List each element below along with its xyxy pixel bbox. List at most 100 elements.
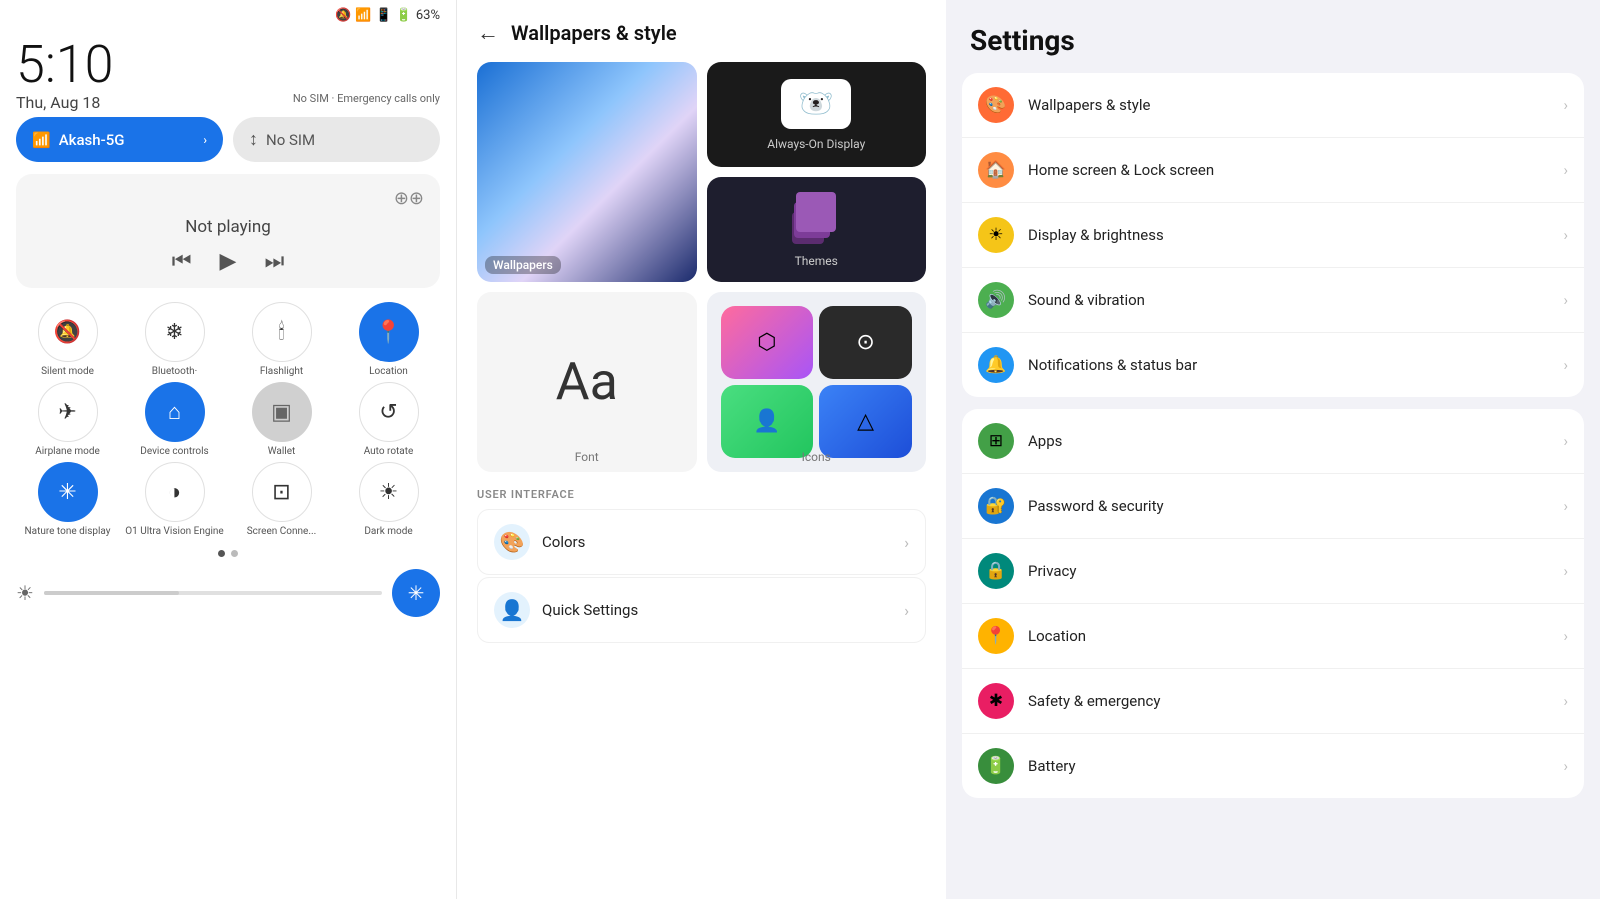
play-button[interactable]: ▶: [220, 249, 237, 274]
colors-label: Colors: [542, 533, 904, 551]
wallpapers-card[interactable]: Wallpapers: [477, 62, 697, 282]
status-icons: 🔕 📶 📱 🔋 63%: [335, 8, 440, 23]
colors-item[interactable]: 🎨 Colors ›: [477, 509, 926, 575]
battery-chevron: ›: [1563, 757, 1568, 775]
tile-wallet[interactable]: ▣ Wallet: [230, 382, 333, 458]
bluetooth-icon[interactable]: ❄: [145, 302, 205, 362]
location-chevron: ›: [1563, 627, 1568, 645]
font-icons-grid: Aa Font ⬡ ⊙ 👤 △ Icons: [457, 292, 946, 472]
settings-card-2: ⊞ Apps › 🔐 Password & security › 🔒 Priva…: [962, 409, 1584, 798]
wallpapers-chevron: ›: [1563, 96, 1568, 114]
tile-airplane[interactable]: ✈ Airplane mode: [16, 382, 119, 458]
brightness-track[interactable]: [44, 591, 382, 595]
settings-row-password[interactable]: 🔐 Password & security ›: [962, 474, 1584, 539]
prev-button[interactable]: ⏮: [172, 249, 192, 274]
sim-btn-label: No SIM: [266, 131, 315, 149]
device-icon[interactable]: ⌂: [145, 382, 205, 442]
brightness-fab-icon: ✳: [408, 581, 425, 605]
tile-rotate[interactable]: ↺ Auto rotate: [337, 382, 440, 458]
device-label: Device controls: [140, 446, 208, 458]
font-label: Font: [477, 450, 697, 464]
settings-row-safety[interactable]: ✱ Safety & emergency ›: [962, 669, 1584, 734]
location-icon[interactable]: 📍: [359, 302, 419, 362]
screen-label: Screen Conne...: [247, 526, 317, 538]
dark-icon[interactable]: ☀: [359, 462, 419, 522]
airplane-label: Airplane mode: [35, 446, 100, 458]
tile-nature[interactable]: ✳ Nature tone display: [16, 462, 119, 538]
battery-setting-label: Battery: [1028, 757, 1563, 775]
homescreen-setting-icon: 🏠: [978, 152, 1014, 188]
apps-setting-label: Apps: [1028, 432, 1563, 450]
settings-row-sound[interactable]: 🔊 Sound & vibration ›: [962, 268, 1584, 333]
tile-silent[interactable]: 🔕 Silent mode: [16, 302, 119, 378]
settings-row-battery[interactable]: 🔋 Battery ›: [962, 734, 1584, 798]
privacy-setting-icon: 🔒: [978, 553, 1014, 589]
brightness-low-icon: ☀: [16, 581, 34, 605]
silent-label: Silent mode: [41, 366, 94, 378]
location-setting-icon: 📍: [978, 618, 1014, 654]
nature-label: Nature tone display: [25, 526, 111, 538]
wifi-btn-icon: 📶: [32, 131, 51, 149]
screen-icon[interactable]: ⊡: [252, 462, 312, 522]
quick-settings-item[interactable]: 👤 Quick Settings ›: [477, 577, 926, 643]
settings-row-apps[interactable]: ⊞ Apps ›: [962, 409, 1584, 474]
aod-card[interactable]: 🐻‍❄️ Always-On Display: [707, 62, 927, 167]
safety-setting-icon: ✱: [978, 683, 1014, 719]
wifi-icon: 📶: [355, 8, 371, 23]
icons-card[interactable]: ⬡ ⊙ 👤 △ Icons: [707, 292, 927, 472]
display-setting-icon: ☀: [978, 217, 1014, 253]
colors-icon: 🎨: [494, 524, 530, 560]
settings-row-privacy[interactable]: 🔒 Privacy ›: [962, 539, 1584, 604]
airplane-icon[interactable]: ✈: [38, 382, 98, 442]
silent-icon[interactable]: 🔕: [38, 302, 98, 362]
wallpapers-setting-label: Wallpapers & style: [1028, 96, 1563, 114]
tile-dark[interactable]: ☀ Dark mode: [337, 462, 440, 538]
privacy-setting-label: Privacy: [1028, 562, 1563, 580]
wifi-btn-label: Akash-5G: [59, 131, 125, 149]
tile-flashlight[interactable]: 🕯 Flashlight: [230, 302, 333, 378]
tile-screen[interactable]: ⊡ Screen Conne...: [230, 462, 333, 538]
next-button[interactable]: ⏭: [264, 249, 284, 274]
settings-row-display[interactable]: ☀ Display & brightness ›: [962, 203, 1584, 268]
settings-card-1: 🎨 Wallpapers & style › 🏠 Home screen & L…: [962, 73, 1584, 397]
notifications-chevron: ›: [1563, 356, 1568, 374]
app-icon-1: ⬡: [721, 306, 814, 379]
settings-row-notifications[interactable]: 🔔 Notifications & status bar ›: [962, 333, 1584, 397]
battery-icon: 🔋: [396, 8, 412, 23]
wallet-icon[interactable]: ▣: [252, 382, 312, 442]
flashlight-icon[interactable]: 🕯: [252, 302, 312, 362]
app-icon-3: 👤: [721, 385, 814, 458]
font-card[interactable]: Aa Font: [477, 292, 697, 472]
cast-icon: ⊕⊕: [394, 188, 424, 209]
brightness-settings-button[interactable]: ✳: [392, 569, 440, 617]
nature-icon[interactable]: ✳: [38, 462, 98, 522]
settings-row-wallpapers[interactable]: 🎨 Wallpapers & style ›: [962, 73, 1584, 138]
colors-chevron: ›: [904, 533, 909, 552]
themes-label: Themes: [795, 254, 838, 268]
tile-bluetooth[interactable]: ❄ Bluetooth·: [123, 302, 226, 378]
themes-card[interactable]: Themes: [707, 177, 927, 282]
right-panel: Settings 🎨 Wallpapers & style › 🏠 Home s…: [946, 0, 1600, 899]
app-icon-4: △: [819, 385, 912, 458]
display-chevron: ›: [1563, 226, 1568, 244]
dot-1: [218, 550, 225, 557]
wallpapers-label: Wallpapers: [485, 256, 561, 274]
tile-device[interactable]: ⌂ Device controls: [123, 382, 226, 458]
password-setting-icon: 🔐: [978, 488, 1014, 524]
vision-icon[interactable]: ◑: [145, 462, 205, 522]
settings-row-homescreen[interactable]: 🏠 Home screen & Lock screen ›: [962, 138, 1584, 203]
sim-btn-icon: ↕: [249, 129, 258, 150]
sound-setting-label: Sound & vibration: [1028, 291, 1563, 309]
network-row: 📶 Akash-5G › ↕ No SIM: [0, 105, 456, 168]
time-display: 5:10: [16, 39, 440, 91]
password-setting-label: Password & security: [1028, 497, 1563, 515]
back-button[interactable]: ←: [477, 20, 499, 46]
rotate-icon[interactable]: ↺: [359, 382, 419, 442]
tile-location[interactable]: 📍 Location: [337, 302, 440, 378]
tile-vision[interactable]: ◑ O1 Ultra Vision Engine: [123, 462, 226, 538]
wallpaper-grid: Wallpapers 🐻‍❄️ Always-On Display The: [457, 62, 946, 282]
sim-button[interactable]: ↕ No SIM: [233, 117, 440, 162]
polar-bear-icon: 🐻‍❄️: [781, 79, 851, 129]
wifi-button[interactable]: 📶 Akash-5G ›: [16, 117, 223, 162]
settings-row-location[interactable]: 📍 Location ›: [962, 604, 1584, 669]
